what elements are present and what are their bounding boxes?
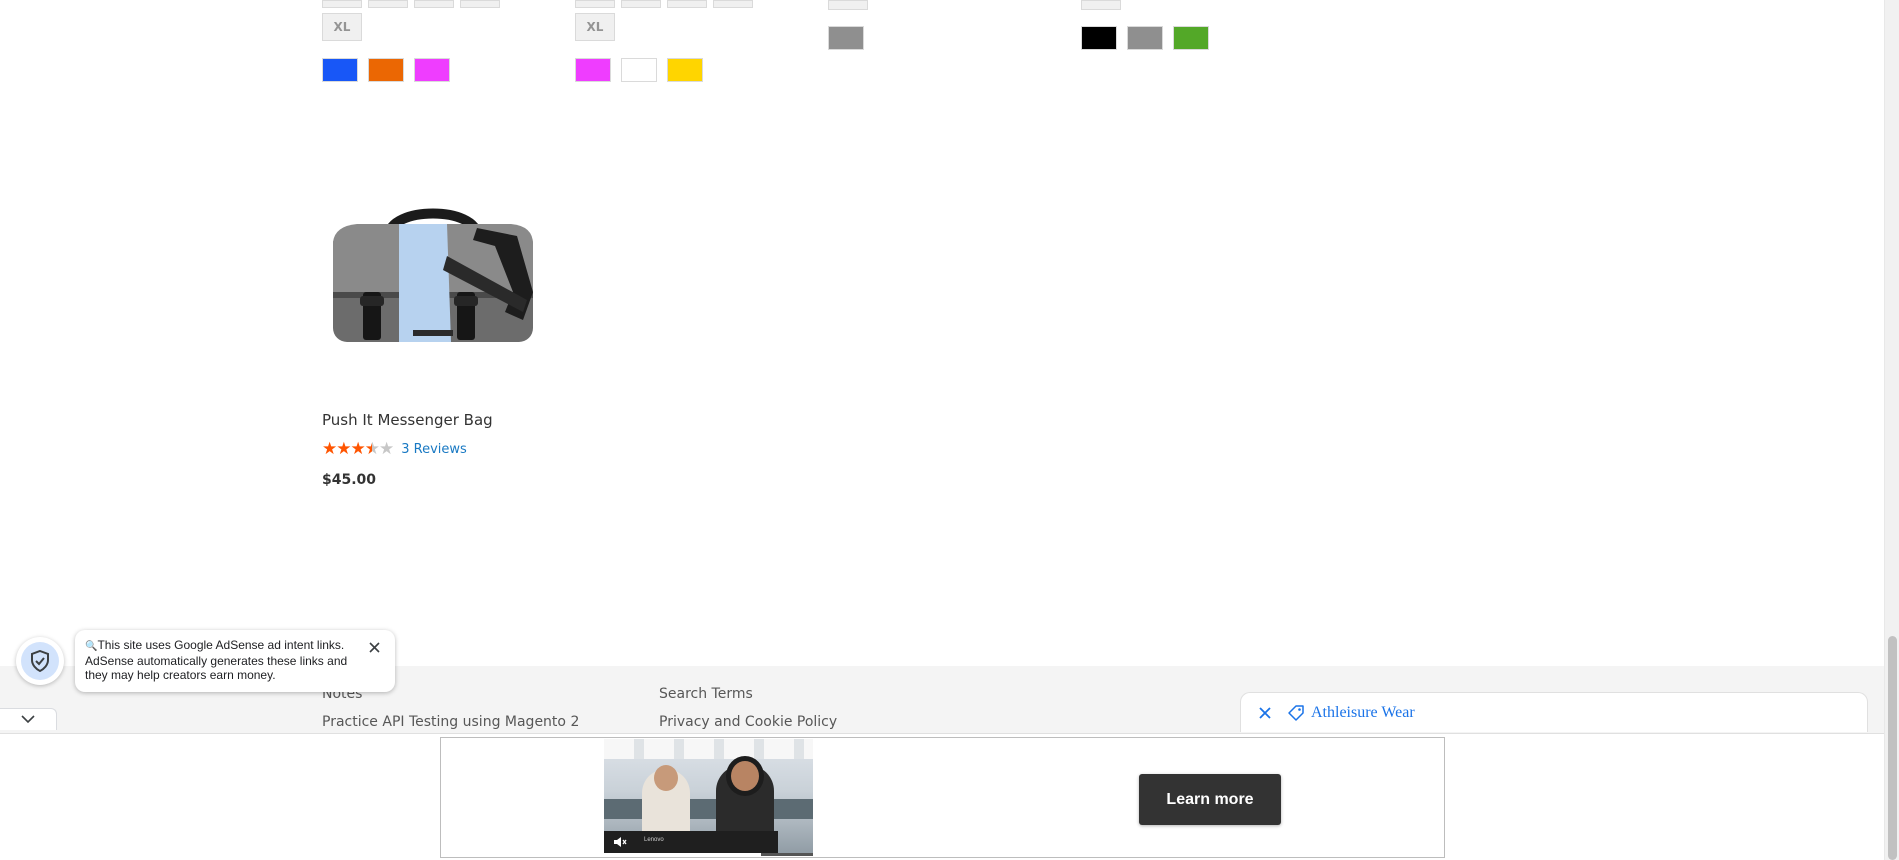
scrollbar-thumb[interactable] [1888, 636, 1897, 860]
tag-icon [1287, 704, 1305, 722]
adsense-notice-line2: AdSense automatically generates these li… [85, 654, 348, 682]
footer-link-search-terms[interactable]: Search Terms [659, 686, 753, 702]
video-brand-label: Lenovo [644, 837, 664, 843]
chevron-down-icon [21, 715, 35, 724]
video-scene-person [716, 761, 774, 839]
tag-link-athleisure-wear[interactable]: Athleisure Wear [1311, 704, 1415, 722]
video-scene-ceiling [604, 739, 813, 759]
adsense-notice: 🔍This site uses Google AdSense ad intent… [75, 630, 395, 692]
adsense-collapse-button[interactable] [0, 708, 57, 730]
adsense-badge-inner [21, 642, 59, 680]
close-icon[interactable] [367, 640, 381, 654]
video-scene-person [642, 765, 690, 839]
bottom-ad-bar: Lenovo Learn more [0, 733, 1884, 860]
learn-more-button[interactable]: Learn more [1139, 774, 1281, 825]
size-swatch[interactable] [667, 0, 707, 8]
size-swatch[interactable] [460, 0, 500, 8]
reviews-link[interactable]: 3 Reviews [401, 442, 467, 457]
ad-intent-tag-widget: Athleisure Wear [1240, 692, 1868, 732]
mute-icon[interactable] [612, 834, 628, 850]
product-image-link[interactable] [322, 150, 544, 400]
color-swatch[interactable] [1127, 26, 1163, 50]
color-swatch[interactable] [575, 58, 611, 82]
color-swatch[interactable] [828, 26, 864, 50]
color-swatch[interactable] [1081, 26, 1117, 50]
star-icon: ★ [364, 439, 380, 459]
product-rating: ★★★★★ 3 Reviews [322, 439, 467, 459]
size-swatch-xl[interactable]: XL [322, 13, 362, 41]
video-progress-fill [604, 853, 761, 856]
product-price: $45.00 [322, 472, 377, 488]
ad-video[interactable]: Lenovo [604, 739, 813, 856]
size-swatch[interactable] [414, 0, 454, 8]
size-swatch-xl[interactable]: XL [575, 13, 615, 41]
adsense-badge[interactable] [16, 637, 64, 685]
size-swatch[interactable] [575, 0, 615, 8]
messenger-bag-image [333, 208, 533, 342]
star-icon: ★ [336, 439, 351, 459]
rating-stars: ★★★★★ [322, 439, 394, 459]
color-swatch[interactable] [667, 58, 703, 82]
color-swatch[interactable] [368, 58, 404, 82]
video-scene-laptop [604, 831, 778, 853]
video-scene-head [731, 761, 759, 791]
size-swatch[interactable] [621, 0, 661, 8]
ad-frame: Lenovo Learn more [440, 737, 1445, 858]
size-swatch[interactable] [368, 0, 408, 8]
size-swatch[interactable] [322, 0, 362, 8]
footer-link-practice-api[interactable]: Practice API Testing using Magento 2 [322, 714, 579, 730]
product-name-link[interactable]: Push It Messenger Bag [322, 411, 493, 429]
video-progress-bar[interactable] [604, 853, 813, 856]
color-swatch[interactable] [414, 58, 450, 82]
star-icon: ★ [350, 439, 366, 459]
video-scene-head [654, 765, 678, 791]
adsense-notice-line1: This site uses Google AdSense ad intent … [97, 638, 345, 652]
video-scene-desk [604, 799, 813, 819]
size-swatch[interactable] [828, 0, 868, 10]
magnifier-icon: 🔍 [85, 641, 98, 652]
size-swatch[interactable] [1081, 0, 1121, 10]
star-icon: ★ [322, 439, 337, 459]
page: XL XL Push It Messenger Bag ★★★★★ 3 Revi… [0, 0, 1899, 860]
footer-link-privacy[interactable]: Privacy and Cookie Policy [659, 714, 837, 730]
star-icon: ★ [379, 439, 394, 459]
color-swatch[interactable] [621, 58, 657, 82]
size-swatch[interactable] [713, 0, 753, 8]
close-icon[interactable] [1255, 703, 1275, 723]
color-swatch[interactable] [322, 58, 358, 82]
page-scrollbar[interactable] [1884, 0, 1899, 860]
shield-check-icon [31, 650, 49, 672]
color-swatch[interactable] [1173, 26, 1209, 50]
